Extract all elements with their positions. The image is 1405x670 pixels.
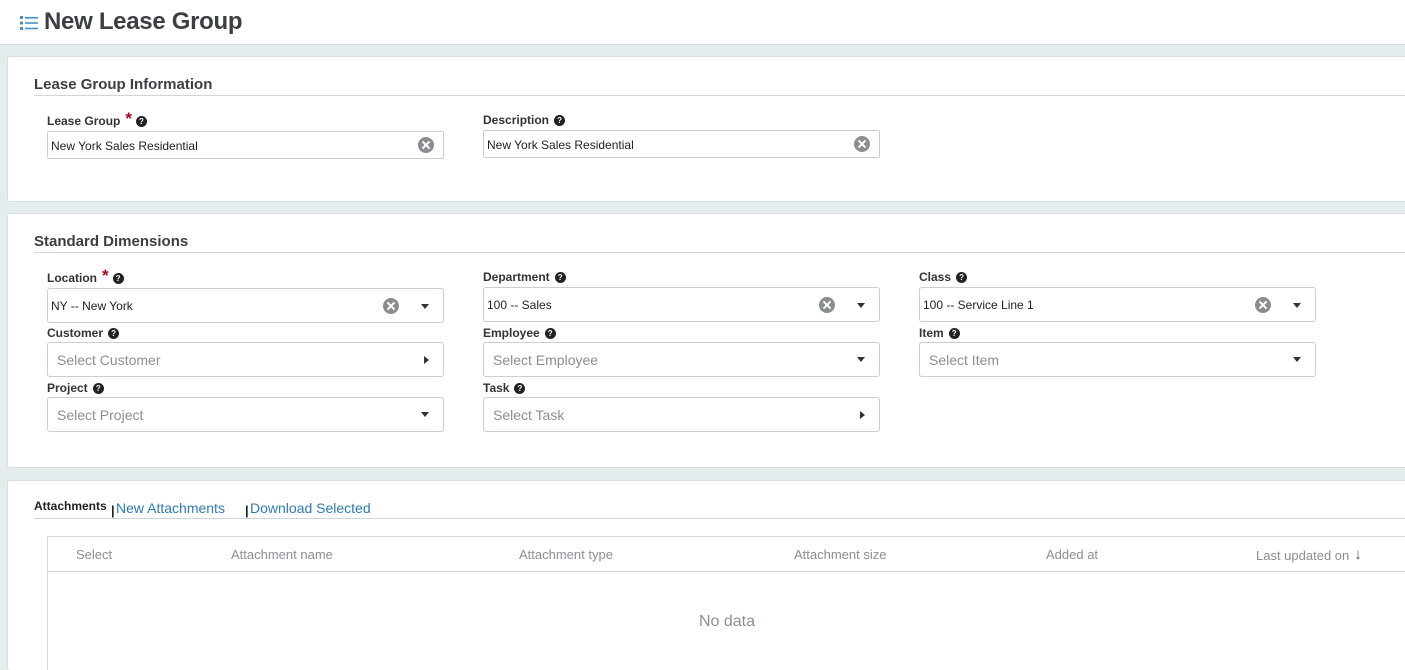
description-input[interactable]: New York Sales Residential xyxy=(483,130,880,158)
description-label-text: Description xyxy=(483,113,550,127)
description-value: New York Sales Residential xyxy=(487,138,634,152)
class-select[interactable]: 100 -- Service Line 1 xyxy=(919,287,1316,322)
standard-dimensions-panel: Standard Dimensions Location * ? NY -- N… xyxy=(7,213,1405,468)
clear-icon[interactable] xyxy=(819,297,835,313)
department-label: Department ? xyxy=(483,270,566,284)
location-label: Location * ? xyxy=(47,266,124,285)
section-divider xyxy=(34,518,1405,519)
column-header-select[interactable]: Select xyxy=(76,547,112,562)
chevron-down-icon[interactable] xyxy=(1293,357,1301,362)
attachments-table: Select Attachment name Attachment type A… xyxy=(47,536,1405,670)
item-label: Item ? xyxy=(919,326,960,340)
help-icon[interactable]: ? xyxy=(554,114,566,126)
item-label-text: Item xyxy=(919,326,944,340)
customer-label-text: Customer xyxy=(47,326,104,340)
section-divider xyxy=(34,95,1405,96)
chevron-down-icon[interactable] xyxy=(857,303,865,308)
employee-select[interactable]: Select Employee xyxy=(483,342,880,377)
employee-placeholder: Select Employee xyxy=(493,352,599,368)
department-value: 100 -- Sales xyxy=(487,298,552,312)
location-value: NY -- New York xyxy=(51,299,133,313)
customer-select[interactable]: Select Customer xyxy=(47,342,444,377)
item-select[interactable]: Select Item xyxy=(919,342,1316,377)
section-divider xyxy=(34,252,1405,253)
column-header-attachment-type[interactable]: Attachment type xyxy=(519,547,613,562)
employee-label: Employee ? xyxy=(483,326,556,340)
new-attachments-link[interactable]: New Attachments xyxy=(116,500,225,516)
required-marker: * xyxy=(102,266,109,285)
tab-separator: | xyxy=(111,503,115,518)
project-label: Project ? xyxy=(47,381,104,395)
lease-group-label: Lease Group * ? xyxy=(47,109,147,128)
task-label-text: Task xyxy=(483,381,510,395)
project-placeholder: Select Project xyxy=(57,407,144,423)
task-placeholder: Select Task xyxy=(493,407,565,423)
chevron-down-icon[interactable] xyxy=(421,304,429,309)
section-title-standard-dimensions: Standard Dimensions xyxy=(34,233,189,250)
help-icon[interactable]: ? xyxy=(92,382,104,394)
clear-icon[interactable] xyxy=(418,137,434,153)
task-label: Task ? xyxy=(483,381,526,395)
task-select[interactable]: Select Task xyxy=(483,397,880,432)
class-label-text: Class xyxy=(919,270,952,284)
customer-label: Customer ? xyxy=(47,326,120,340)
project-select[interactable]: Select Project xyxy=(47,397,444,432)
help-icon[interactable]: ? xyxy=(544,327,556,339)
sort-descending-icon[interactable]: ↓ xyxy=(1354,546,1362,563)
project-label-text: Project xyxy=(47,381,88,395)
list-icon xyxy=(20,16,38,30)
column-header-attachment-name[interactable]: Attachment name xyxy=(231,547,333,562)
chevron-down-icon[interactable] xyxy=(857,357,865,362)
employee-label-text: Employee xyxy=(483,326,540,340)
lease-group-input[interactable]: New York Sales Residential xyxy=(47,131,444,159)
chevron-down-icon[interactable] xyxy=(1293,303,1301,308)
download-selected-link[interactable]: Download Selected xyxy=(250,500,371,516)
department-label-text: Department xyxy=(483,270,550,284)
help-icon[interactable]: ? xyxy=(948,327,960,339)
lease-group-value: New York Sales Residential xyxy=(51,139,198,153)
help-icon[interactable]: ? xyxy=(514,382,526,394)
column-header-attachment-size[interactable]: Attachment size xyxy=(794,547,887,562)
item-placeholder: Select Item xyxy=(929,352,1000,368)
help-icon[interactable]: ? xyxy=(108,327,120,339)
clear-icon[interactable] xyxy=(854,136,870,152)
required-marker: * xyxy=(125,109,132,128)
department-select[interactable]: 100 -- Sales xyxy=(483,287,880,322)
description-label: Description ? xyxy=(483,113,566,127)
page-title: New Lease Group xyxy=(44,8,243,35)
tab-attachments[interactable]: Attachments xyxy=(34,499,107,513)
help-icon[interactable]: ? xyxy=(956,271,968,283)
class-label: Class ? xyxy=(919,270,968,284)
chevron-right-icon[interactable] xyxy=(424,356,429,364)
chevron-down-icon[interactable] xyxy=(421,412,429,417)
column-header-last-updated-on[interactable]: Last updated on ↓ xyxy=(1256,546,1362,564)
tab-separator: | xyxy=(245,503,249,518)
clear-icon[interactable] xyxy=(1255,297,1271,313)
lease-group-label-text: Lease Group xyxy=(47,114,121,128)
title-bar: New Lease Group xyxy=(0,0,1405,45)
attachments-panel: Attachments | New Attachments | Download… xyxy=(7,480,1405,670)
empty-state-text: No data xyxy=(698,613,756,630)
help-icon[interactable]: ? xyxy=(135,115,147,127)
help-icon[interactable]: ? xyxy=(112,272,124,284)
chevron-right-icon[interactable] xyxy=(860,411,865,419)
column-header-added-at[interactable]: Added at xyxy=(1046,547,1098,562)
location-label-text: Location xyxy=(47,271,97,285)
class-value: 100 -- Service Line 1 xyxy=(923,298,1034,312)
help-icon[interactable]: ? xyxy=(554,271,566,283)
clear-icon[interactable] xyxy=(383,298,399,314)
column-header-last-updated-on-text: Last updated on xyxy=(1256,548,1350,563)
table-header: Select Attachment name Attachment type A… xyxy=(48,537,1405,572)
location-select[interactable]: NY -- New York xyxy=(47,288,444,323)
section-title-lease-group-info: Lease Group Information xyxy=(34,76,213,93)
customer-placeholder: Select Customer xyxy=(57,352,161,368)
lease-group-info-panel: Lease Group Information Lease Group * ? … xyxy=(7,56,1405,202)
